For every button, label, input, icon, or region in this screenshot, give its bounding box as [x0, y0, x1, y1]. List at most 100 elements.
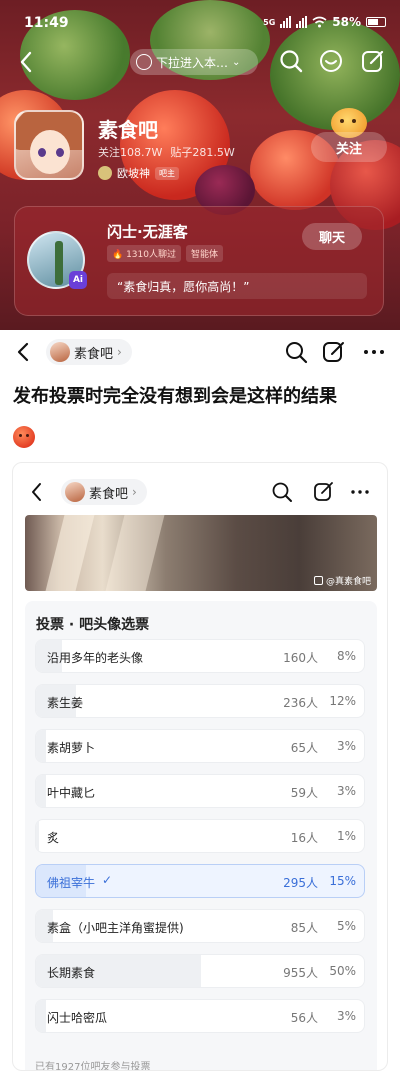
bot-card[interactable]: Ai 闪士·无涯客 🔥 1310人聊过 智能体 “素食归真，愿你高尚！” 聊天: [14, 206, 384, 316]
chat-button[interactable]: 聊天: [302, 223, 362, 250]
back-icon[interactable]: [12, 340, 36, 364]
bot-quote: “素食归真，愿你高尚！”: [107, 273, 367, 299]
edit-icon: [314, 482, 333, 501]
poll-option-percent: 5%: [336, 919, 356, 933]
battery-icon: [366, 17, 386, 27]
tomato-emoji-icon: [13, 426, 35, 448]
bot-tag: 🔥 1310人聊过: [107, 245, 181, 262]
banner-nav: 下拉进入本… ⌄: [0, 44, 400, 80]
edit-icon[interactable]: [322, 340, 346, 364]
watermark-text: @真素食吧: [325, 577, 371, 587]
poll-option-percent: 50%: [329, 964, 356, 978]
poll-option-count: 85人: [290, 921, 318, 935]
watermark: @真素食吧: [313, 574, 371, 587]
poll-option[interactable]: 长期素食 955人 50%: [35, 954, 365, 988]
poll-option-count: 295人: [283, 876, 318, 890]
embedded-screenshot[interactable]: 素食吧 › @真素食吧 投票 · 吧头像选票 沿用多年的老头像 160人 8% 素生姜…: [12, 462, 388, 1071]
forum-avatar[interactable]: [14, 110, 84, 180]
back-icon[interactable]: [14, 48, 40, 76]
signal-icon: [296, 16, 308, 28]
poll-option-label: 素胡萝卜: [47, 741, 96, 755]
status-icons: 5G 58%: [263, 15, 386, 29]
search-icon[interactable]: [278, 48, 304, 74]
chevron-right-icon: ›: [132, 485, 137, 499]
follow-count: 关注108.7W: [98, 146, 163, 159]
forum-owner[interactable]: 欧坡神 吧主: [98, 165, 179, 181]
poll-option-count: 160人: [283, 651, 318, 665]
poll-card: 投票 · 吧头像选票 沿用多年的老头像 160人 8% 素生姜 236人 12% 素胡萝卜 6…: [25, 601, 377, 1071]
more-icon[interactable]: [362, 340, 386, 364]
check-icon: ✓: [102, 873, 113, 887]
poll-option[interactable]: 素生姜 236人 12%: [35, 684, 365, 718]
poll-option-bar: [36, 820, 39, 852]
forum-chip[interactable]: 素食吧 ›: [46, 339, 132, 365]
poll-option-count: 16人: [290, 831, 318, 845]
poll-option[interactable]: 炙 16人 1%: [35, 819, 365, 853]
post-topbar: 素食吧 ›: [0, 330, 400, 374]
poll-option-bar: [36, 775, 46, 807]
watermark-icon: [313, 576, 323, 585]
edit-icon[interactable]: [360, 48, 386, 74]
bot-tag: 智能体: [185, 245, 223, 262]
forum-chip: 素食吧 ›: [61, 479, 147, 505]
poll-option-bar: [36, 730, 46, 762]
chevron-right-icon: ›: [117, 345, 122, 359]
poll-title: 投票 · 吧头像选票: [36, 617, 150, 633]
poll-option-label: 素生姜: [47, 696, 84, 710]
poll-option-count: 56人: [290, 1011, 318, 1025]
poll-option[interactable]: 叶中藏匕 59人 3%: [35, 774, 365, 808]
poll-option-percent: 15%: [329, 874, 356, 888]
poll-footer: 已有1927位吧友参与投票: [35, 1062, 151, 1071]
owner-tag: 吧主: [155, 166, 179, 180]
poll-option[interactable]: 闪士哈密瓜 56人 3%: [35, 999, 365, 1033]
poll-option-label: 沿用多年的老头像: [47, 651, 144, 665]
poll-option-label: 佛祖宰牛: [47, 876, 96, 890]
chevron-down-icon: ⌄: [232, 56, 241, 68]
bot-name: 闪士·无涯客: [107, 223, 188, 241]
poll-option-count: 955人: [283, 966, 318, 980]
poll-option-label: 闪士哈密瓜: [47, 1011, 108, 1025]
forum-banner: 11:49 5G 58% 下拉进入本… ⌄ 素食吧 关注108.7W 贴子281…: [0, 0, 400, 330]
ai-badge: Ai: [69, 271, 87, 289]
pull-hint-pill[interactable]: 下拉进入本… ⌄: [130, 49, 258, 75]
poll-option[interactable]: 素胡萝卜 65人 3%: [35, 729, 365, 763]
poll-option-label: 炙: [47, 831, 60, 845]
poll-option-count: 59人: [290, 786, 318, 800]
poll-option-label: 素盒（小吧主洋角蜜提供): [47, 921, 184, 935]
post-title: 发布投票时完全没有想到会是这样的结果: [13, 386, 337, 407]
poll-option-percent: 3%: [336, 1009, 356, 1023]
poll-option[interactable]: 沿用多年的老头像 160人 8%: [35, 639, 365, 673]
wifi-icon: [312, 16, 327, 28]
post-count: 贴子281.5W: [170, 146, 235, 159]
message-icon[interactable]: [318, 48, 344, 74]
poll-option-label: 长期素食: [47, 966, 96, 980]
poll-option-percent: 12%: [329, 694, 356, 708]
poll-option-percent: 8%: [336, 649, 356, 663]
owner-name: 欧坡神: [117, 167, 150, 180]
forum-chip-label: 素食吧: [74, 346, 114, 362]
status-bar: 11:49 5G 58%: [0, 0, 400, 44]
follow-button[interactable]: 关注: [311, 132, 387, 162]
poll-option-percent: 1%: [336, 829, 356, 843]
forum-entry-icon: [136, 54, 152, 70]
pull-hint-text: 下拉进入本…: [156, 55, 229, 70]
poll-option[interactable]: 佛祖宰牛 ✓ 295人 15%: [35, 864, 365, 898]
poll-option[interactable]: 素盒（小吧主洋角蜜提供) 85人 5%: [35, 909, 365, 943]
forum-stats: 关注108.7W 贴子281.5W: [98, 144, 235, 160]
forum-name: 素食吧: [98, 118, 158, 142]
post-photo: @真素食吧: [25, 515, 377, 591]
back-icon: [32, 483, 41, 501]
search-icon[interactable]: [284, 340, 308, 364]
bot-tags: 🔥 1310人聊过 智能体: [107, 245, 223, 262]
owner-avatar: [98, 166, 112, 180]
poll-option-percent: 3%: [336, 784, 356, 798]
signal-icon: [280, 16, 292, 28]
poll-option-percent: 3%: [336, 739, 356, 753]
forum-chip-avatar: [65, 482, 85, 502]
poll-option-label: 叶中藏匕: [47, 786, 96, 800]
battery-text: 58%: [332, 15, 361, 29]
network-tag: 5G: [263, 17, 276, 27]
embedded-topbar: 素食吧 ›: [13, 475, 387, 509]
status-time: 11:49: [24, 15, 69, 31]
more-icon: [351, 490, 369, 494]
